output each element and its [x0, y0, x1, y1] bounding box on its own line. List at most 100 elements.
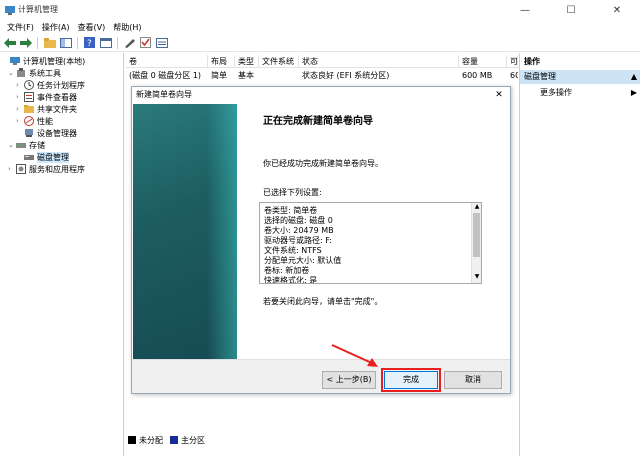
column-header-capacity[interactable]: 容量 [459, 55, 507, 68]
device-manager-icon [25, 129, 33, 137]
submenu-arrow-icon: ▶ [630, 88, 637, 97]
shared-folder-icon [24, 105, 34, 113]
back-icon [3, 37, 16, 48]
export-button[interactable] [154, 35, 169, 50]
disk-legend: 未分配 主分区 [128, 434, 205, 446]
wizard-heading: 正在完成新建简单卷向导 [263, 116, 373, 127]
actions-header: 操作 [524, 57, 540, 66]
forward-icon [19, 37, 32, 48]
column-header-volume[interactable]: 卷 [126, 55, 208, 68]
close-button[interactable]: ✕ [594, 0, 640, 20]
check-button[interactable] [138, 35, 153, 50]
red-pointer-arrow-icon [331, 344, 378, 367]
scroll-down-icon[interactable]: ▼ [472, 273, 481, 282]
tree-item-event-viewer[interactable]: › 事件查看器 [16, 91, 77, 103]
back-button[interactable] [2, 35, 17, 50]
scroll-up-icon[interactable]: ▲ [472, 203, 481, 212]
tree-item-device-manager[interactable]: 设备管理器 [16, 127, 77, 139]
collapse-arrow-icon[interactable]: › [16, 93, 24, 101]
scrollbar-thumb[interactable] [473, 213, 480, 257]
toolbar-separator [117, 36, 118, 49]
volume-table-header: 卷 布局 类型 文件系统 状态 容量 可 [126, 55, 518, 68]
title-bar: 计算机管理 — ☐ ✕ [0, 0, 640, 20]
computer-icon [10, 57, 20, 65]
tree-item-computer-management[interactable]: 计算机管理(本地) [2, 55, 85, 67]
window-title: 计算机管理 [18, 5, 58, 14]
actions-pane: 操作 磁盘管理 ▲ 更多操作 ▶ [519, 53, 640, 456]
dialog-close-button[interactable]: ✕ [492, 88, 506, 102]
column-header-filesystem[interactable]: 文件系统 [259, 55, 299, 68]
column-header-type[interactable]: 类型 [235, 55, 259, 68]
svg-text:?: ? [87, 39, 92, 48]
storage-icon [16, 143, 26, 148]
properties-icon [99, 37, 112, 48]
settings-label: 已选择下列设置: [263, 188, 322, 197]
tree-item-label: 任务计划程序 [37, 80, 85, 90]
menu-help[interactable]: 帮助(H) [109, 20, 145, 34]
pen-button[interactable] [122, 35, 137, 50]
tree-item-label: 磁盘管理 [37, 151, 69, 163]
computer-management-icon [5, 6, 15, 15]
toolbar: ? [0, 34, 640, 52]
performance-icon [24, 116, 34, 126]
tree-item-label: 系统工具 [29, 68, 61, 78]
tree-item-performance[interactable]: › 性能 [16, 115, 53, 127]
help-icon: ? [84, 37, 95, 48]
tree-item-label: 设备管理器 [37, 128, 77, 138]
new-simple-volume-wizard: 新建简单卷向导 ✕ 正在完成新建简单卷向导 你已经成功完成新建简单卷向导。 已选… [131, 86, 511, 394]
legend-swatch-primary [170, 436, 178, 444]
maximize-button[interactable]: ☐ [548, 0, 594, 20]
help-button[interactable]: ? [82, 35, 97, 50]
menu-view[interactable]: 查看(V) [74, 20, 110, 34]
collapse-arrow-icon[interactable]: › [16, 105, 24, 113]
cell-capacity: 600 MB [462, 71, 493, 80]
maximize-icon: ☐ [566, 4, 576, 16]
cell-layout: 简单 [211, 71, 227, 80]
dialog-button-bar: < 上一步(B) 完成 取消 [132, 359, 510, 393]
tree-item-system-tools[interactable]: ⌄ 系统工具 [8, 67, 61, 79]
minimize-icon: — [520, 4, 530, 16]
settings-summary-box[interactable]: 卷类型: 简单卷 选择的磁盘: 磁盘 0 卷大小: 20479 MB 驱动器号或… [259, 202, 482, 284]
action-more-actions[interactable]: 更多操作 ▶ [520, 87, 640, 99]
up-folder-button[interactable] [42, 35, 57, 50]
column-header-layout[interactable]: 布局 [208, 55, 235, 68]
menu-file[interactable]: 文件(F) [3, 20, 38, 34]
cancel-button[interactable]: 取消 [444, 371, 502, 389]
settings-scrollbar[interactable]: ▲ ▼ [471, 203, 481, 283]
tree-item-services-apps[interactable]: › 服务和应用程序 [8, 163, 85, 175]
show-tree-button[interactable] [58, 35, 73, 50]
collapse-up-icon: ▲ [630, 72, 637, 81]
table-row[interactable]: (磁盘 0 磁盘分区 1) 简单 基本 状态良好 (EFI 系统分区) 600 … [126, 70, 518, 81]
column-header-status[interactable]: 状态 [299, 55, 459, 68]
collapse-arrow-icon[interactable]: › [8, 165, 16, 173]
collapse-arrow-icon[interactable]: › [16, 81, 24, 89]
check-icon [140, 37, 151, 48]
minimize-button[interactable]: — [502, 0, 548, 20]
tree-item-label: 共享文件夹 [37, 104, 77, 114]
menu-action[interactable]: 操作(A) [38, 20, 74, 34]
tree-item-shared-folders[interactable]: › 共享文件夹 [16, 103, 77, 115]
column-header-free[interactable]: 可 [507, 55, 518, 68]
tree-item-task-scheduler[interactable]: › 任务计划程序 [16, 79, 85, 91]
collapse-arrow-icon[interactable]: › [16, 117, 24, 125]
legend-swatch-unallocated [128, 436, 136, 444]
cell-type: 基本 [238, 71, 254, 80]
action-disk-management[interactable]: 磁盘管理 ▲ [520, 70, 640, 84]
tree-item-storage[interactable]: ⌄ 存储 [8, 139, 45, 151]
toolbar-separator [37, 36, 38, 49]
cell-volume: (磁盘 0 磁盘分区 1) [129, 71, 202, 80]
expand-arrow-icon[interactable]: ⌄ [8, 69, 16, 77]
export-icon [155, 37, 168, 48]
expand-arrow-icon[interactable]: ⌄ [8, 141, 16, 149]
up-folder-icon [43, 37, 56, 48]
cell-free: 60 [510, 71, 518, 80]
forward-button[interactable] [18, 35, 33, 50]
tree-item-disk-management[interactable]: 磁盘管理 [16, 151, 69, 163]
back-button[interactable]: < 上一步(B) [322, 371, 376, 389]
setting-line: 快速格式化: 是 [264, 276, 318, 284]
event-viewer-icon [24, 92, 34, 102]
tree-item-label: 事件查看器 [37, 92, 77, 102]
finish-button[interactable]: 完成 [381, 368, 441, 392]
properties-button[interactable] [98, 35, 113, 50]
legend-label-unallocated: 未分配 [139, 435, 163, 445]
